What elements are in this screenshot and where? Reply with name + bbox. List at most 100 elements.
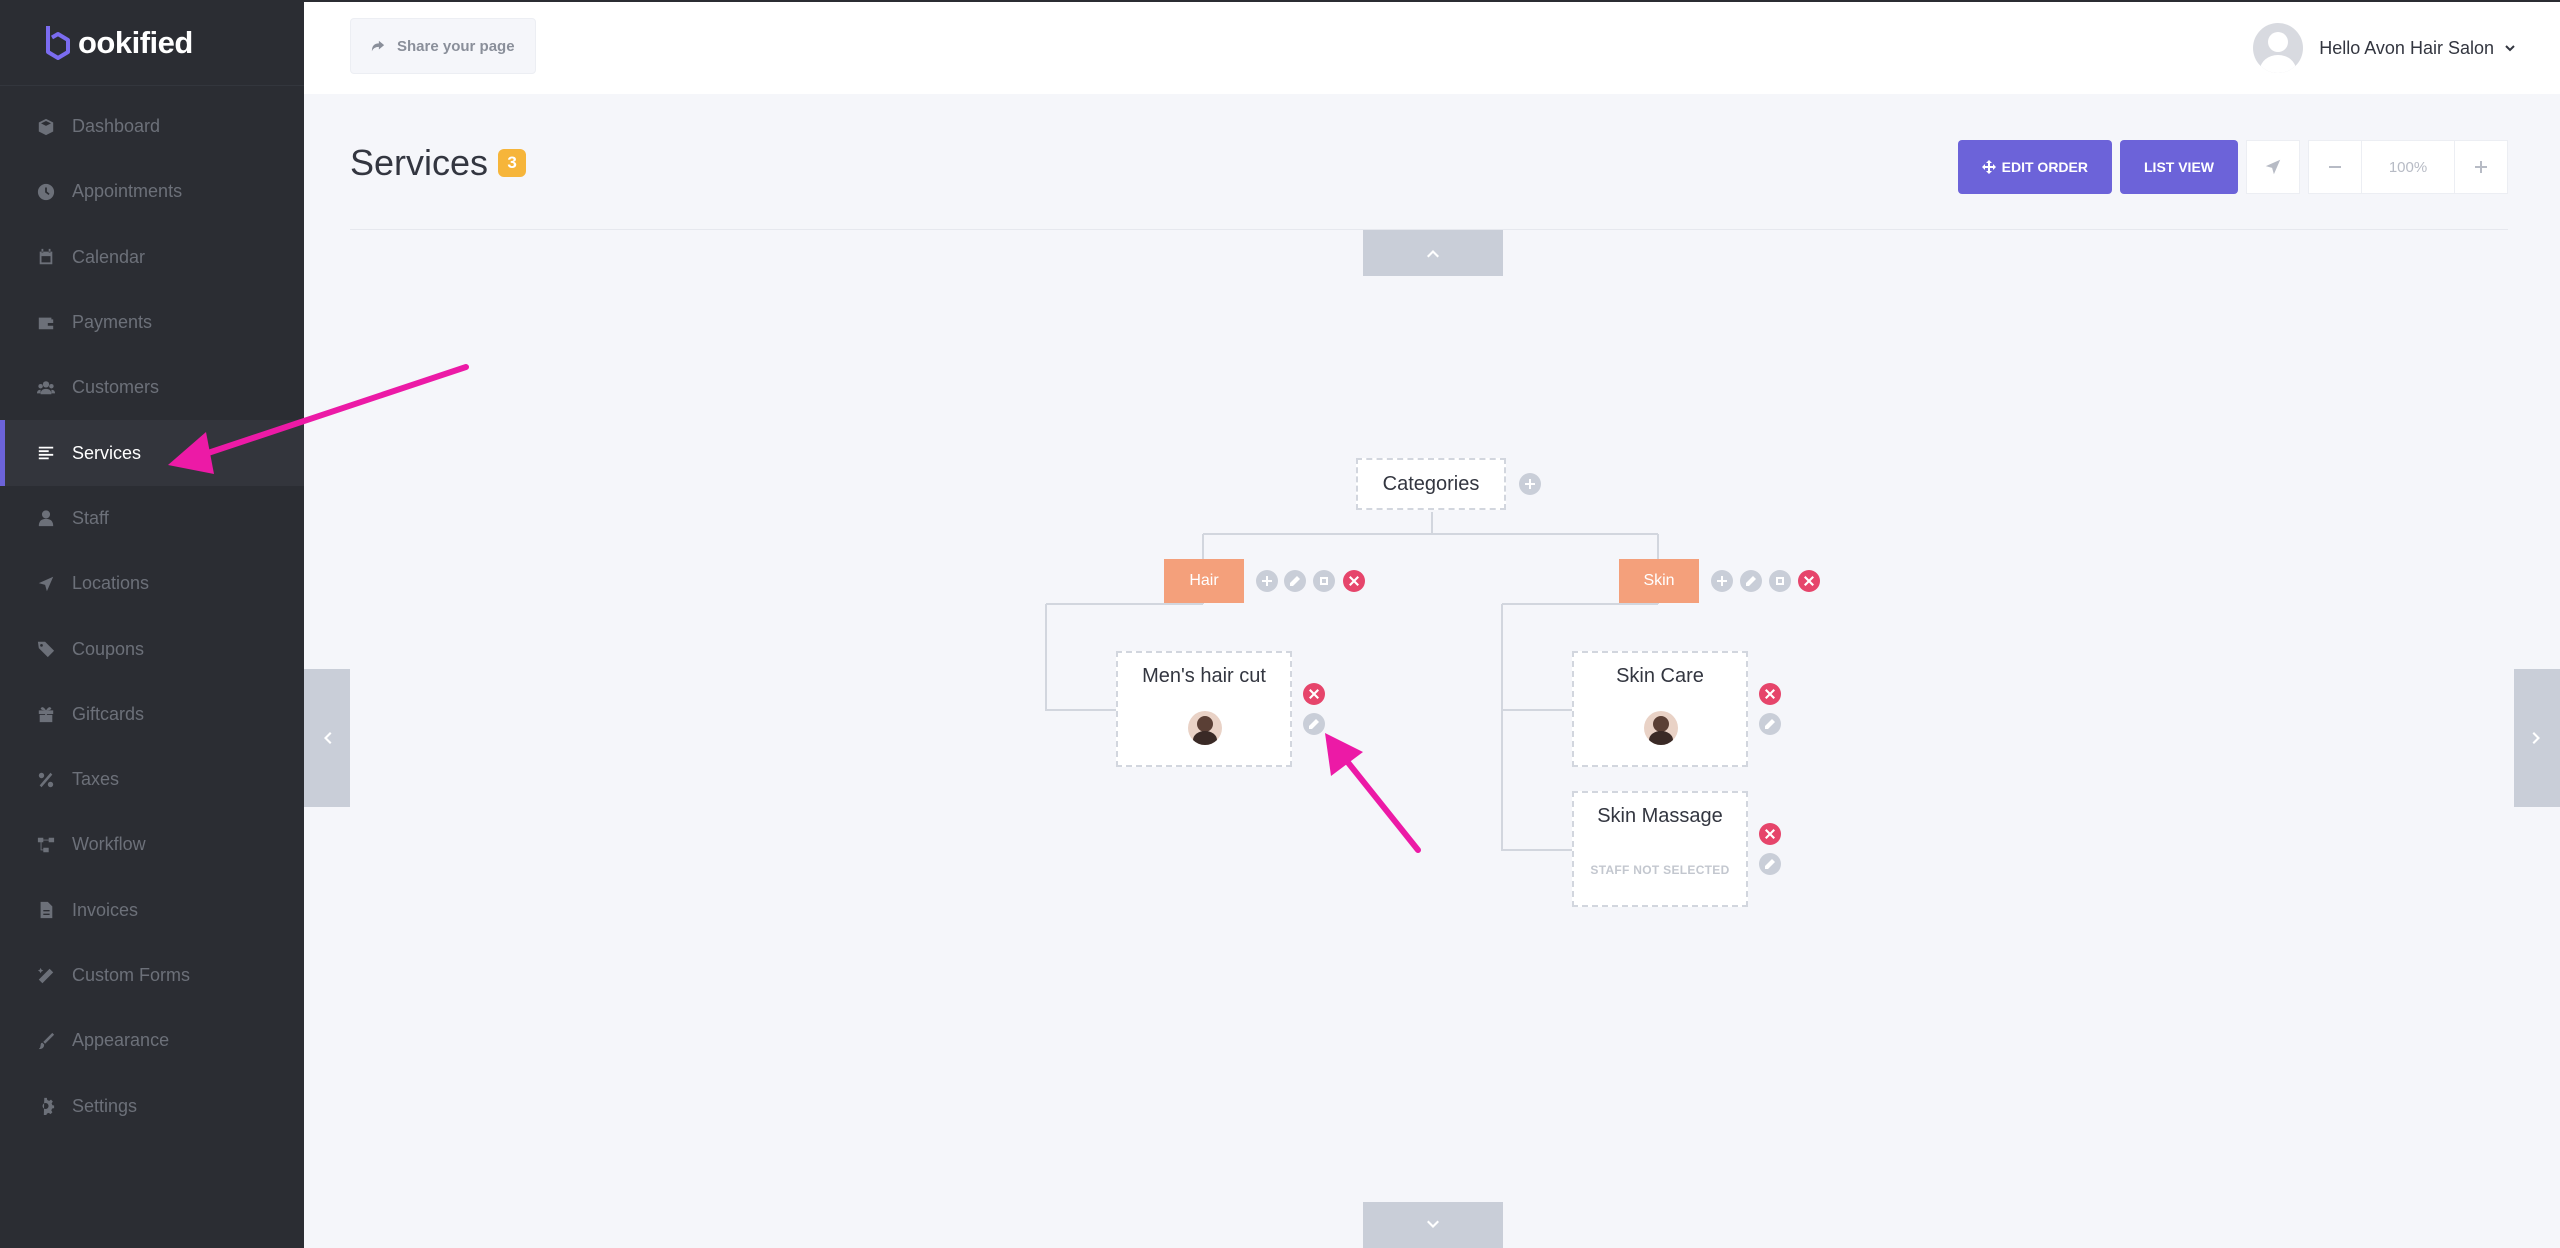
sidebar-item-label: Invoices [72,899,139,920]
sidebar-item-label: Coupons [72,638,145,659]
clock-icon [36,182,56,202]
wallet-icon [36,313,56,333]
user-icon [36,508,56,528]
sidebar-item-label: Settings [72,1095,138,1116]
page-title-text: Services [350,142,489,183]
pan-down-button[interactable] [1363,1202,1503,1248]
edit-service-button[interactable] [1303,713,1325,735]
delete-category-button[interactable] [1343,570,1365,592]
plus-icon [1525,479,1535,489]
share-page-button[interactable]: Share your page [350,18,536,74]
categories-root-node[interactable]: Categories [1356,458,1506,510]
list-icon [36,443,56,463]
service-name: Men's hair cut [1142,665,1266,687]
close-icon [1765,829,1775,839]
sidebar-item-services[interactable]: Services [0,420,304,487]
services-count-badge: 3 [498,149,527,177]
minus-icon [2329,166,2341,168]
logo[interactable]: ookified [0,0,304,86]
add-category-button[interactable] [1519,473,1541,495]
service-card-skin-care[interactable]: Skin Care [1572,651,1748,767]
close-icon [1349,576,1359,586]
plus-icon [1262,576,1272,586]
calendar-icon [36,247,56,267]
sidebar-item-locations[interactable]: Locations [0,551,304,616]
list-view-label: LIST VIEW [2144,159,2214,175]
square-icon [1320,577,1328,585]
edit-category-button[interactable] [1740,570,1762,592]
sidebar-item-workflow[interactable]: Workflow [0,812,304,877]
tree-toolbar: EDIT ORDER LIST VIEW 100% [1957,140,2508,194]
edit-service-button[interactable] [1759,713,1781,735]
pencil-icon [1309,719,1319,729]
sidebar-item-label: Staff [72,507,109,528]
staff-not-selected-text: STAFF NOT SELECTED [1590,863,1730,877]
sidebar-item-appearance[interactable]: Appearance [0,1008,304,1073]
pan-up-button[interactable] [1363,230,1503,276]
sidebar-item-custom-forms[interactable]: Custom Forms [0,943,304,1008]
pan-left-button[interactable] [304,669,350,807]
move-icon [1981,160,1996,174]
workflow-icon [36,835,56,855]
pencil-icon [1765,719,1775,729]
sidebar-item-label: Appointments [72,181,183,202]
sidebar-item-label: Giftcards [72,703,145,724]
sidebar-item-calendar[interactable]: Calendar [0,225,304,290]
zoom-out-button[interactable] [2308,140,2362,194]
sidebar-item-customers[interactable]: Customers [0,355,304,420]
sidebar-item-invoices[interactable]: Invoices [0,878,304,943]
service-name: Skin Care [1616,665,1704,687]
sidebar-item-settings[interactable]: Settings [0,1073,304,1138]
add-service-button[interactable] [1711,570,1733,592]
categories-root-label: Categories [1382,472,1480,495]
location-arrow-icon [36,574,56,594]
staff-avatar [1188,711,1222,745]
top-bar: Share your page Hello Avon Hair Salon [304,0,2560,94]
delete-service-button[interactable] [1759,823,1781,845]
square-icon [1776,577,1784,585]
category-settings-button[interactable] [1313,570,1335,592]
avatar [2253,23,2304,73]
sidebar-item-label: Locations [72,573,150,594]
category-settings-button[interactable] [1769,570,1791,592]
user-greeting: Hello Avon Hair Salon [2319,37,2494,58]
sidebar-item-dashboard[interactable]: Dashboard [0,94,304,159]
delete-category-button[interactable] [1798,570,1820,592]
sidebar-item-label: Customers [72,377,160,398]
service-card-mens-hair-cut[interactable]: Men's hair cut [1116,651,1292,767]
sidebar-item-label: Taxes [72,769,120,790]
center-view-button[interactable] [2246,140,2300,194]
chevron-left-icon [324,732,332,744]
service-card-skin-massage[interactable]: Skin Massage STAFF NOT SELECTED [1572,791,1748,907]
delete-service-button[interactable] [1759,683,1781,705]
sidebar-item-payments[interactable]: Payments [0,290,304,355]
add-service-button[interactable] [1256,570,1278,592]
user-menu[interactable]: Hello Avon Hair Salon [2253,22,2516,74]
edit-category-button[interactable] [1284,570,1306,592]
sidebar-item-giftcards[interactable]: Giftcards [0,682,304,747]
category-node-skin[interactable]: Skin [1619,559,1699,603]
edit-service-button[interactable] [1759,853,1781,875]
delete-service-button[interactable] [1303,683,1325,705]
sidebar-item-staff[interactable]: Staff [0,486,304,551]
zoom-in-button[interactable] [2454,140,2508,194]
gear-icon [36,1096,56,1116]
sidebar-item-taxes[interactable]: Taxes [0,747,304,812]
pan-right-button[interactable] [2514,669,2560,807]
chevron-down-icon [2505,45,2515,52]
close-icon [1765,689,1775,699]
sidebar-item-label: Appearance [72,1030,170,1051]
category-label: Hair [1189,572,1219,589]
list-view-button[interactable]: LIST VIEW [2120,140,2238,194]
share-page-label: Share your page [397,37,515,55]
sidebar-item-coupons[interactable]: Coupons [0,616,304,681]
pencil-icon [1290,576,1300,586]
file-icon [36,900,56,920]
sidebar-item-label: Dashboard [72,116,161,137]
users-icon [36,378,56,398]
plus-icon [2475,161,2487,173]
close-icon [1309,689,1319,699]
category-node-hair[interactable]: Hair [1164,559,1244,603]
sidebar-item-appointments[interactable]: Appointments [0,159,304,224]
edit-order-button[interactable]: EDIT ORDER [1957,140,2112,194]
